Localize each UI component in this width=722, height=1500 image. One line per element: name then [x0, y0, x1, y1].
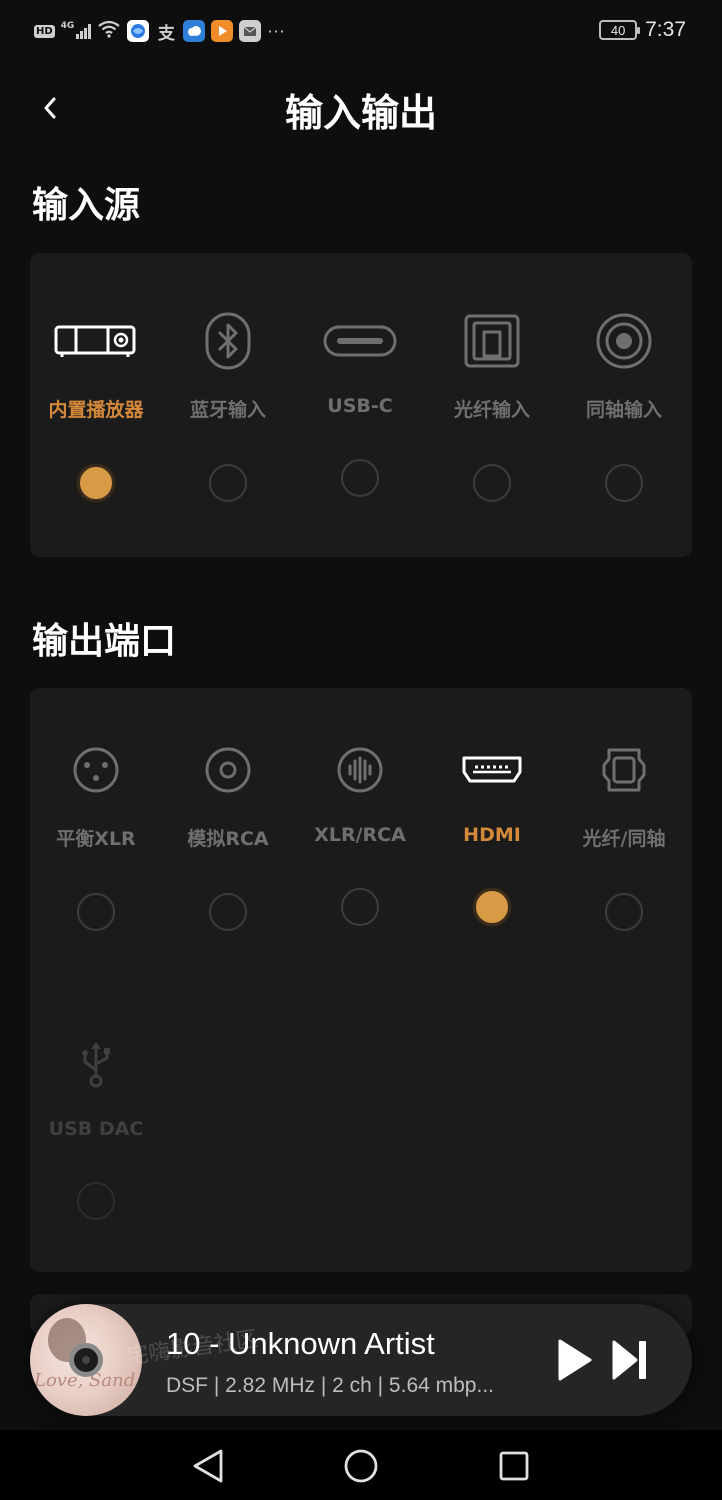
option-label: 内置播放器: [48, 399, 144, 421]
output-option-xlr[interactable]: 平衡XLR: [30, 738, 162, 931]
track-format-info: DSF | 2.82 MHz | 2 ch | 5.64 mbp...: [166, 1374, 494, 1397]
clock: 7:37: [645, 18, 686, 41]
xlr-icon: [72, 738, 120, 802]
input-source-card: 内置播放器 蓝牙输入 USB-C 光纤输入 同轴输入: [30, 253, 692, 557]
wifi-icon: [97, 20, 121, 42]
option-label: USB DAC: [48, 1118, 144, 1140]
option-label: 蓝牙输入: [189, 399, 266, 421]
input-option-built-in-player[interactable]: 内置播放器: [30, 309, 162, 502]
nav-home-button[interactable]: [339, 1444, 383, 1488]
output-option-rca[interactable]: 模拟RCA: [162, 738, 294, 931]
bluetooth-icon: [204, 309, 252, 373]
usb-c-icon: [323, 309, 397, 373]
input-option-optical[interactable]: 光纤输入: [426, 309, 558, 502]
optical-coaxial-icon: [601, 738, 647, 802]
radio-button[interactable]: [77, 893, 115, 931]
option-label: USB-C: [327, 395, 393, 417]
signal-icon: [76, 23, 92, 39]
output-option-xlr-rca[interactable]: XLR/RCA: [294, 738, 426, 926]
input-option-usb-c[interactable]: USB-C: [294, 309, 426, 497]
output-option-hdmi[interactable]: HDMI: [426, 738, 558, 926]
triangle-back-icon: [193, 1449, 223, 1483]
radio-button[interactable]: [473, 464, 511, 502]
alipay-icon: 支: [157, 23, 175, 44]
radio-button-selected[interactable]: [77, 464, 115, 502]
usb-icon: [79, 1032, 113, 1096]
radio-button[interactable]: [341, 888, 379, 926]
album-art[interactable]: Love, Sand: [30, 1304, 142, 1416]
next-track-button[interactable]: [610, 1338, 650, 1382]
nav-back-button[interactable]: [186, 1444, 230, 1488]
nav-recents-button[interactable]: [492, 1444, 536, 1488]
screen: HD 4G 支 ··· 40 7:37 输入输出 输入源 内置播放器 蓝牙输入 …: [0, 0, 722, 1500]
input-option-coaxial[interactable]: 同轴输入: [558, 309, 690, 502]
xlr-rca-icon: [336, 738, 384, 802]
option-label: 平衡XLR: [56, 828, 136, 850]
input-option-bluetooth[interactable]: 蓝牙输入: [162, 309, 294, 502]
option-label: HDMI: [463, 824, 521, 846]
output-section-title: 输出端口: [32, 621, 177, 662]
rca-icon: [204, 738, 252, 802]
circle-home-icon: [344, 1449, 378, 1483]
battery-level: 40: [610, 22, 626, 38]
output-option-usb-dac: USB DAC: [30, 1032, 162, 1220]
mini-player[interactable]: Love, Sand 宅嗨影音社区 10 - Unknown Artist DS…: [30, 1304, 692, 1416]
input-section-title: 输入源: [32, 185, 141, 226]
network-type: 4G: [60, 21, 75, 31]
more-notifications-icon: ···: [267, 21, 286, 41]
radio-button[interactable]: [605, 893, 643, 931]
output-option-optical-coaxial[interactable]: 光纤/同轴: [558, 738, 690, 931]
radio-button-selected[interactable]: [473, 888, 511, 926]
output-port-card: 平衡XLR 模拟RCA XLR/RCA HDMI 光纤/同轴 USB DAC: [30, 688, 692, 1272]
play-icon: [558, 1339, 592, 1381]
square-recents-icon: [499, 1451, 529, 1481]
option-label: 模拟RCA: [187, 828, 269, 850]
huawei-mail-icon: [239, 20, 262, 42]
radio-button[interactable]: [605, 464, 643, 502]
option-label: XLR/RCA: [314, 824, 406, 846]
page-title: 输入输出: [284, 91, 437, 135]
hdmi-icon: [461, 738, 523, 802]
hd-indicator: HD: [34, 24, 55, 38]
radio-button[interactable]: [209, 893, 247, 931]
disc-center-icon: [69, 1343, 103, 1377]
system-nav-bar: [0, 1430, 722, 1500]
optical-icon: [464, 309, 520, 373]
play-button[interactable]: [554, 1338, 594, 1382]
built-in-player-icon: [54, 309, 138, 373]
battery-icon: 40: [599, 20, 641, 40]
browser-icon: [127, 20, 150, 42]
radio-button-disabled: [77, 1182, 115, 1220]
skip-next-icon: [612, 1340, 646, 1380]
radio-button[interactable]: [341, 459, 379, 497]
option-label: 同轴输入: [585, 399, 662, 421]
weather-icon: [183, 20, 206, 42]
video-icon: [211, 20, 234, 42]
status-left: HD 4G 支 ···: [34, 20, 286, 44]
status-right: 40 7:37: [599, 18, 686, 42]
radio-button[interactable]: [209, 464, 247, 502]
track-title: 10 - Unknown Artist: [166, 1326, 435, 1361]
option-label: 光纤输入: [453, 399, 530, 421]
status-bar: HD 4G 支 ··· 40 7:37: [0, 0, 722, 64]
coaxial-icon: [595, 309, 653, 373]
option-label: 光纤/同轴: [582, 828, 666, 850]
